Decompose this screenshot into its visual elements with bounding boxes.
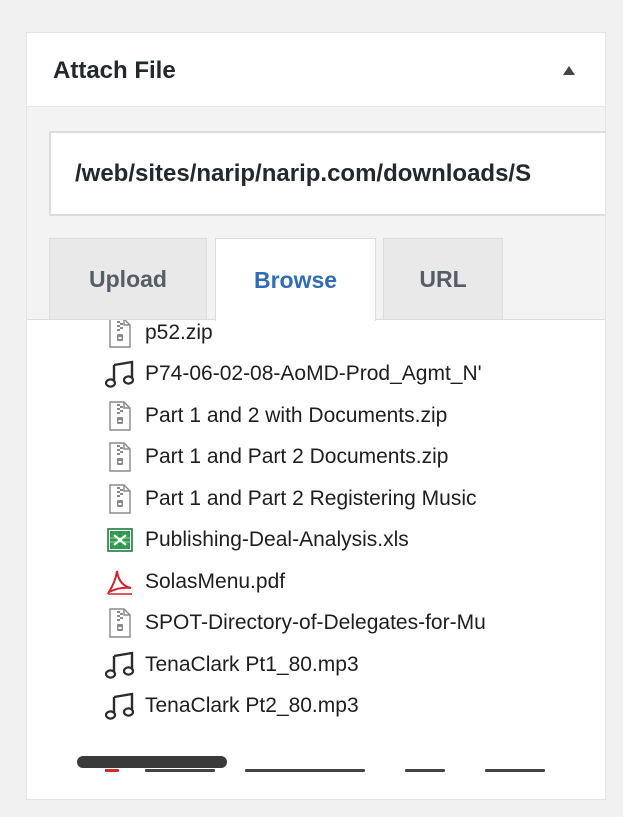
- panel-header: Attach File: [27, 33, 605, 107]
- file-name: Publishing-Deal-Analysis.xls: [145, 528, 409, 552]
- zip-file-icon: [105, 320, 135, 349]
- tab-bar: Upload Browse URL: [49, 238, 605, 321]
- file-name: SPOT-Directory-of-Delegates-for-Mu: [145, 611, 486, 635]
- attach-file-panel: Attach File Upload Browse URL p52.zip P74…: [26, 32, 606, 800]
- collapse-arrow-icon[interactable]: [563, 66, 575, 75]
- panel-body: Upload Browse URL p52.zip P74-06-02-08-Ao…: [27, 107, 605, 799]
- file-list: p52.zip P74-06-02-08-AoMD-Prod_Agmt_N' Par…: [105, 320, 575, 728]
- audio-file-icon: [105, 690, 135, 722]
- file-browser[interactable]: p52.zip P74-06-02-08-AoMD-Prod_Agmt_N' Par…: [27, 319, 605, 799]
- spreadsheet-file-icon: [105, 524, 135, 556]
- file-list-item[interactable]: P74-06-02-08-AoMD-Prod_Agmt_N': [105, 354, 575, 396]
- file-name: TenaClark Pt1_80.mp3: [145, 652, 359, 676]
- file-name: P74-06-02-08-AoMD-Prod_Agmt_N': [145, 362, 482, 386]
- zip-file-icon: [105, 441, 135, 473]
- audio-file-icon: [105, 358, 135, 390]
- file-name: Part 1 and Part 2 Registering Music: [145, 486, 477, 510]
- file-name: Part 1 and Part 2 Documents.zip: [145, 445, 449, 469]
- file-list-item[interactable]: Publishing-Deal-Analysis.xls: [105, 520, 575, 562]
- file-list-item[interactable]: TenaClark Pt2_80.mp3: [105, 686, 575, 728]
- file-name: p52.zip: [145, 320, 213, 344]
- file-list-item[interactable]: Part 1 and 2 with Documents.zip: [105, 395, 575, 437]
- file-list-item[interactable]: SPOT-Directory-of-Delegates-for-Mu: [105, 603, 575, 645]
- file-name: Part 1 and 2 with Documents.zip: [145, 403, 448, 427]
- pdf-file-icon: [105, 566, 135, 598]
- horizontal-scrollbar-thumb[interactable]: [77, 756, 227, 768]
- file-list-item[interactable]: Part 1 and Part 2 Documents.zip: [105, 437, 575, 479]
- tab-browse[interactable]: Browse: [215, 238, 376, 321]
- zip-file-icon: [105, 483, 135, 515]
- partial-list-item: [105, 767, 575, 777]
- file-list-item[interactable]: SolasMenu.pdf: [105, 561, 575, 603]
- tab-url[interactable]: URL: [383, 238, 503, 319]
- file-name: TenaClark Pt2_80.mp3: [145, 694, 359, 718]
- file-list-item[interactable]: Part 1 and Part 2 Registering Music: [105, 478, 575, 520]
- audio-file-icon: [105, 649, 135, 681]
- file-list-item[interactable]: TenaClark Pt1_80.mp3: [105, 644, 575, 686]
- path-input[interactable]: [49, 131, 605, 216]
- panel-title: Attach File: [53, 57, 176, 84]
- tab-upload[interactable]: Upload: [49, 238, 207, 319]
- zip-file-icon: [105, 400, 135, 432]
- zip-file-icon: [105, 607, 135, 639]
- file-list-item[interactable]: p52.zip: [105, 320, 575, 354]
- file-name: SolasMenu.pdf: [145, 569, 286, 593]
